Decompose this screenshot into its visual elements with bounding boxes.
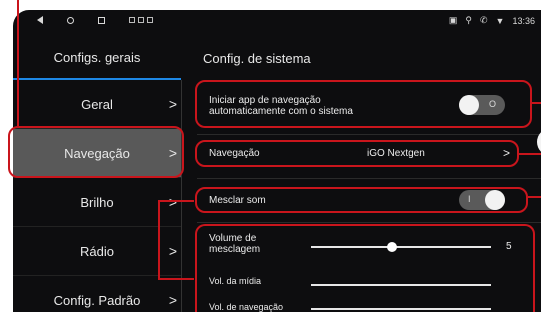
- settings-sidebar: Geral > Navegação > Brilho > Rádio > Con…: [13, 80, 181, 312]
- annotation-line: [528, 196, 541, 198]
- chevron-right-icon: >: [168, 194, 177, 210]
- row-divider: [197, 222, 541, 223]
- back-icon[interactable]: [37, 16, 43, 24]
- row-divider: [197, 178, 541, 179]
- annotation-line: [530, 102, 541, 104]
- annotation-box-volumes: [195, 224, 535, 312]
- sidebar-item-label: Brilho: [80, 194, 114, 210]
- recents-icon[interactable]: [98, 16, 105, 24]
- annotation-box-mix-sound: [195, 187, 528, 213]
- sidebar-item-radio[interactable]: Rádio >: [13, 227, 181, 276]
- phone-icon: ✆: [480, 15, 488, 25]
- status-bar: ▣ ⚲ ✆ ▼ 13:36: [13, 10, 541, 36]
- sidebar-item-geral[interactable]: Geral >: [13, 80, 181, 129]
- sidebar-item-label: Config. Padrão: [53, 292, 141, 308]
- chevron-right-icon: >: [168, 96, 177, 112]
- location-icon: ⚲: [465, 15, 472, 25]
- page-title: Config. de sistema: [203, 50, 311, 66]
- annotation-box-auto-start: [195, 80, 532, 128]
- annotation-line: [17, 0, 19, 126]
- chevron-right-icon: >: [168, 243, 177, 259]
- annotation-bracket: [158, 200, 160, 280]
- system-nav-buttons: [37, 16, 153, 24]
- sidebar-item-label: Rádio: [80, 243, 114, 259]
- annotation-box-navigation: [195, 140, 519, 167]
- sd-card-icon: ▣: [448, 15, 458, 25]
- clock-time: 13:36: [512, 15, 535, 26]
- annotation-bracket: [158, 200, 194, 202]
- annotation-bracket: [158, 278, 194, 280]
- home-icon[interactable]: [67, 16, 74, 24]
- sidebar-item-config-padrao[interactable]: Config. Padrão >: [13, 276, 181, 312]
- status-icons: ▣ ⚲ ✆ ▼ 13:36: [449, 15, 535, 26]
- annotation-line: [519, 153, 541, 155]
- sidebar-item-brilho[interactable]: Brilho >: [13, 178, 181, 227]
- annotation-box-sidebar: [8, 126, 184, 178]
- row-divider: [197, 134, 541, 135]
- sidebar-item-label: Geral: [81, 96, 113, 112]
- tab-general-settings[interactable]: Configs. gerais: [13, 36, 181, 80]
- notification-icons: [129, 17, 153, 23]
- wifi-icon: ▼: [495, 15, 505, 26]
- chevron-right-icon: >: [168, 292, 177, 308]
